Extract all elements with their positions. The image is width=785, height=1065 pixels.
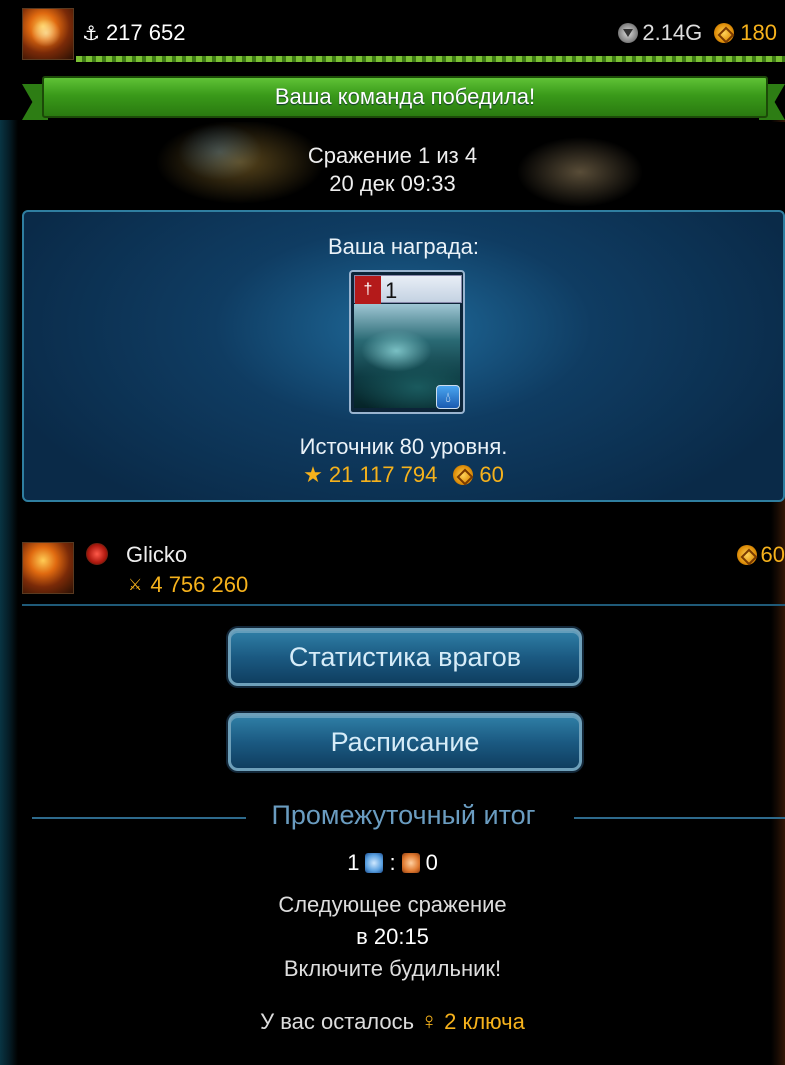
schedule-button[interactable]: Расписание	[228, 713, 582, 771]
next-battle-label: Следующее сражение	[278, 892, 507, 917]
attack-type-icon: †	[355, 276, 381, 304]
silver-value: 2.14G	[642, 20, 703, 45]
team-b-icon	[401, 853, 420, 873]
coin-icon	[714, 23, 735, 43]
top-divider	[76, 56, 785, 62]
player-name[interactable]: Glicko	[126, 542, 187, 568]
gem-icon	[618, 23, 639, 43]
player-avatar[interactable]	[22, 542, 74, 594]
next-battle-time: в 20:15	[356, 924, 429, 949]
battle-date: 20 дек 09:33	[329, 171, 456, 196]
score-separator: :	[389, 850, 396, 875]
user-avatar[interactable]	[22, 8, 74, 60]
reward-coins: 60	[479, 462, 504, 487]
reward-stars: 21 117 794	[328, 462, 438, 487]
player-coins-value: 60	[760, 542, 785, 567]
victory-text: Ваша команда победила!	[42, 76, 768, 118]
card-count: 1	[385, 278, 398, 303]
score-a: 1	[347, 850, 360, 875]
enemy-stats-button[interactable]: Статистика врагов	[228, 628, 582, 686]
reward-card[interactable]: † 1 💧︎	[349, 270, 465, 414]
player-divider	[22, 604, 785, 606]
top-bar: ⚓︎ 217 652 2.14G 180	[0, 0, 785, 62]
player-coins: 60	[736, 542, 785, 568]
team-a-icon	[365, 853, 384, 873]
guild-emblem-icon	[86, 543, 108, 565]
victory-banner: Ваша команда победила!	[22, 70, 785, 122]
water-element-icon: 💧︎	[436, 385, 460, 409]
battle-title: Сражение 1 из 4	[307, 143, 478, 168]
keys-remaining: У вас осталось ♀︎ 2 ключа	[0, 1008, 785, 1036]
keys-prefix: У вас осталось	[260, 1009, 415, 1034]
battle-info: Сражение 1 из 4 20 дек 09:33	[0, 142, 785, 198]
sword-icon: ⚔︎	[128, 577, 143, 594]
alarm-text[interactable]: Включите будильник!	[0, 956, 785, 982]
score: 1 : 0	[0, 850, 785, 876]
key-icon: ♀︎	[420, 1008, 439, 1035]
gold-value: 180	[740, 20, 777, 45]
reward-name: Источник 80 уровня.	[299, 434, 508, 459]
score-b: 0	[425, 850, 438, 875]
sword-icon: ⚓︎	[82, 22, 100, 45]
star-icon: ★	[303, 462, 323, 487]
player-power-value: 4 756 260	[150, 572, 249, 597]
coin-icon	[736, 545, 757, 565]
resources: 2.14G 180	[618, 20, 777, 46]
keys-count: 2 ключа	[444, 1009, 525, 1034]
reward-stats: ★ 21 117 794 60	[24, 462, 783, 488]
coin-icon	[453, 465, 474, 485]
reward-title: Ваша награда:	[328, 234, 479, 259]
power-value: 217 652	[105, 20, 186, 45]
player-power: ⚔︎ 4 756 260	[128, 572, 248, 598]
power-stat: ⚓︎ 217 652	[82, 20, 185, 46]
reward-panel: Ваша награда: † 1 💧︎ Источник 80 уровня.…	[22, 210, 785, 502]
interim-title: Промежуточный итог	[271, 800, 536, 830]
interim-header: Промежуточный итог	[22, 800, 785, 834]
card-header: † 1	[354, 275, 462, 304]
